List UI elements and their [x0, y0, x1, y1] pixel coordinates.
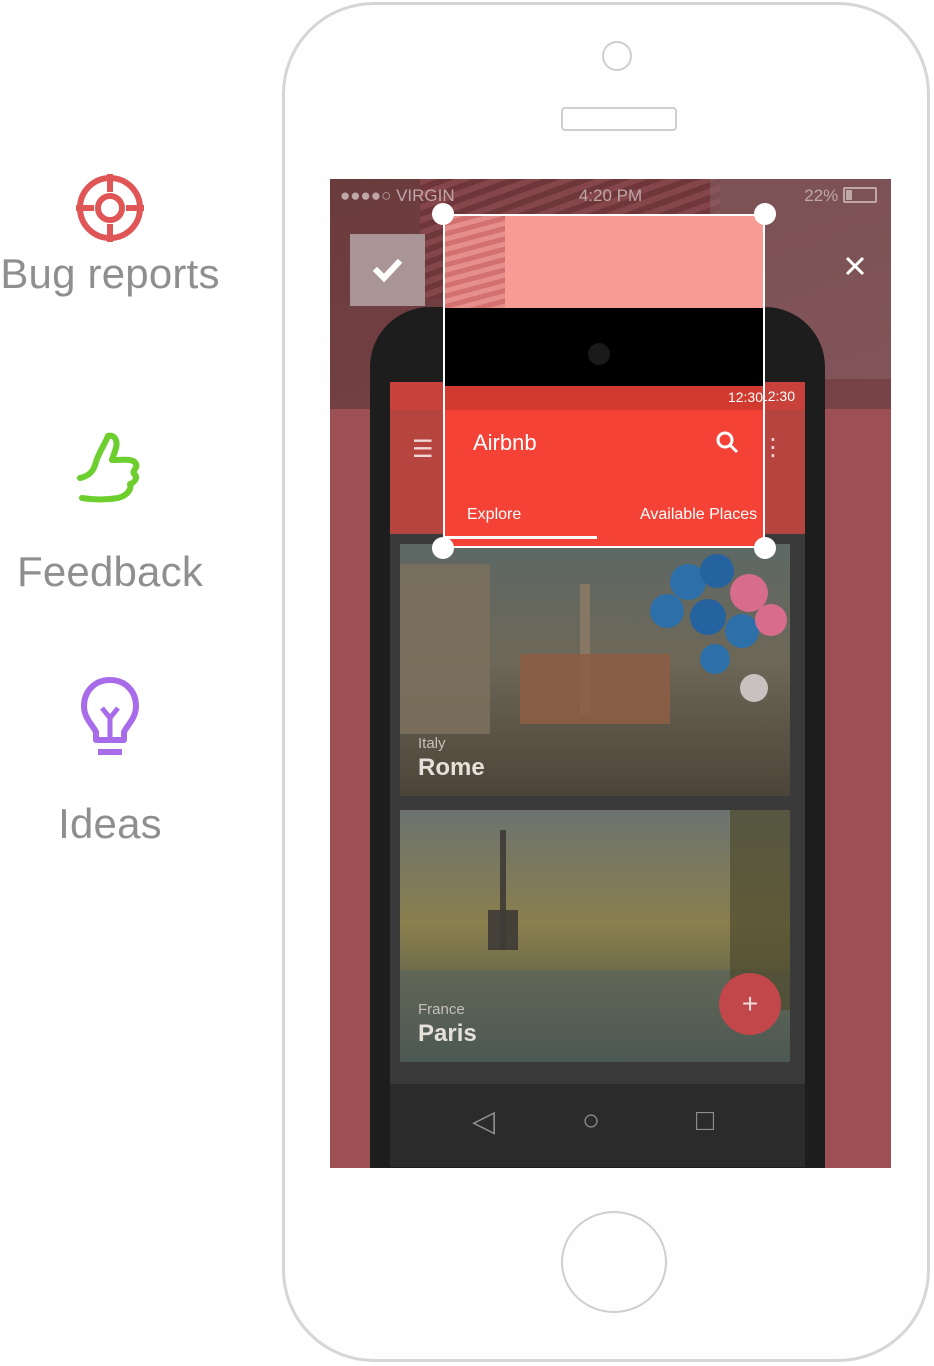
- resize-handle-top-right[interactable]: [754, 203, 776, 225]
- checkmark-icon: [372, 258, 403, 283]
- app-toolbar: Airbnb Explore Available Places: [445, 410, 763, 546]
- place-card-rome[interactable]: Italy Rome: [400, 544, 790, 796]
- menu-icon[interactable]: ☰: [412, 435, 434, 464]
- iphone-camera: [602, 41, 632, 71]
- feature-label: Ideas: [58, 800, 162, 847]
- close-button[interactable]: [840, 251, 870, 281]
- feature-bug-reports: Bug reports: [0, 172, 220, 298]
- iphone-speaker: [561, 107, 677, 131]
- feature-ideas: Ideas: [0, 676, 220, 848]
- close-icon: [845, 256, 865, 276]
- home-icon[interactable]: ○: [582, 1104, 600, 1138]
- add-fab-button[interactable]: +: [719, 973, 781, 1035]
- resize-handle-top-left[interactable]: [432, 203, 454, 225]
- feature-feedback: Feedback: [0, 428, 220, 596]
- android-time: 12:30: [759, 388, 795, 404]
- feature-label: Feedback: [16, 548, 204, 595]
- tab-explore[interactable]: Explore: [467, 506, 521, 524]
- android-time: 12:30: [727, 389, 763, 405]
- back-icon[interactable]: ◁: [472, 1104, 495, 1139]
- selection-region[interactable]: 12:30 Airbnb Explore Available Places: [443, 214, 765, 548]
- feature-label: Bug reports: [0, 250, 220, 297]
- lightbulb-icon: [81, 677, 139, 755]
- battery-percent: 22%: [804, 186, 839, 205]
- search-icon[interactable]: [715, 430, 739, 460]
- home-button[interactable]: [561, 1211, 667, 1313]
- battery-indicator: 22%: [804, 186, 877, 206]
- card-city: Paris: [418, 1020, 477, 1047]
- card-country: France: [418, 1001, 465, 1018]
- resize-handle-bottom-left[interactable]: [432, 537, 454, 559]
- card-country: Italy: [418, 735, 446, 752]
- thumbs-up-icon: [77, 432, 140, 503]
- app-title: Airbnb: [473, 430, 537, 455]
- device-bezel: [445, 308, 763, 386]
- confirm-button[interactable]: [350, 234, 425, 306]
- recents-icon[interactable]: □: [696, 1104, 714, 1138]
- card-city: Rome: [418, 754, 485, 781]
- tab-available-places[interactable]: Available Places: [640, 506, 757, 524]
- crosshair-icon: [76, 174, 144, 242]
- status-time: 4:20 PM: [578, 186, 643, 205]
- tab-indicator: [445, 536, 597, 539]
- battery-icon: [843, 187, 877, 203]
- photo-background: [445, 216, 505, 308]
- ios-status-bar: ●●●●○ VIRGIN 4:20 PM 22%: [340, 186, 881, 206]
- resize-handle-bottom-right[interactable]: [754, 537, 776, 559]
- android-status-bar: 12:30: [445, 386, 763, 410]
- android-nav-bar: ◁ ○ □: [390, 1084, 805, 1167]
